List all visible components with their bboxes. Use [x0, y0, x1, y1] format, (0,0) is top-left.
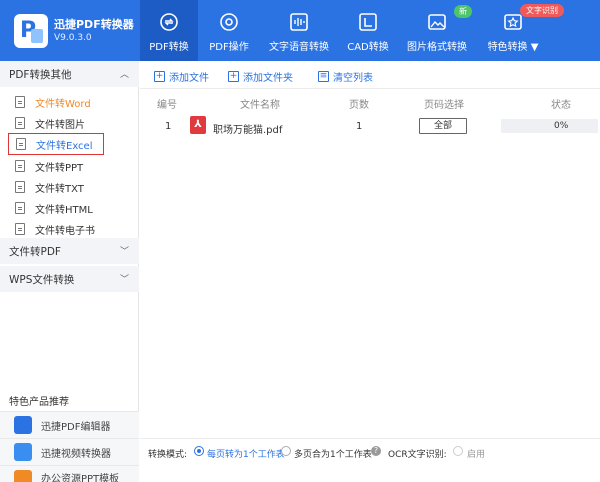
row-filename: 职场万能猫.pdf: [213, 125, 283, 136]
option-merge-label[interactable]: 多页合为1个工作表: [294, 447, 372, 460]
sidebar-item-label: 文件转Word: [35, 98, 91, 110]
tab-cad-convert[interactable]: CAD转换: [344, 0, 392, 61]
ocr-enable-checkbox[interactable]: [453, 446, 463, 456]
new-badge: 新: [454, 5, 472, 18]
row-pages: 1: [356, 121, 363, 132]
file-icon: [15, 160, 25, 172]
sidebar-group-wps[interactable]: WPS文件转换 ﹀: [0, 266, 139, 292]
add-file-icon: +: [154, 71, 165, 82]
sidebar-item-ebook[interactable]: 文件转电子书: [15, 220, 95, 238]
group-label: 文件转PDF: [9, 245, 61, 258]
ocr-badge[interactable]: 文字识别: [520, 4, 564, 17]
header-index: 编号: [157, 100, 177, 111]
mode-label: 转换模式:: [148, 450, 188, 460]
app-version: V9.0.3.0: [54, 33, 92, 43]
row-index: 1: [165, 121, 172, 132]
product-video-converter[interactable]: 迅捷视频转换器: [0, 438, 139, 465]
audio-icon: [288, 11, 310, 33]
sidebar-item-word[interactable]: 文件转Word: [15, 93, 91, 111]
product-label: 迅捷视频转换器: [41, 448, 111, 460]
option-per-page-radio[interactable]: [194, 446, 204, 456]
gear-icon: [218, 11, 240, 33]
chevron-down-icon: ﹀: [119, 247, 129, 257]
cad-icon: [357, 11, 379, 33]
video-converter-icon: [14, 443, 32, 461]
conversion-options-bar: 转换模式: 每页转为1个工作表 多页合为1个工作表 ? OCR文字识别: 启用: [140, 438, 600, 464]
tab-text-speech[interactable]: 文字语音转换: [266, 0, 332, 61]
progress-bar: [501, 119, 598, 133]
tab-label: PDF转换: [149, 42, 189, 53]
product-ppt-templates[interactable]: 办公资源PPT模板: [0, 465, 139, 482]
tab-label: 特色转换 ▼: [487, 42, 539, 53]
ocr-label: OCR文字识别:: [388, 450, 447, 460]
file-icon: [15, 223, 25, 235]
feature-products-title: 特色产品推荐: [9, 397, 69, 408]
image-icon: [426, 11, 448, 33]
sidebar-item-image[interactable]: 文件转图片: [15, 114, 85, 132]
sidebar-item-label: 文件转电子书: [35, 225, 95, 237]
header-page-select: 页码选择: [424, 100, 464, 111]
sidebar-item-label: 文件转Excel: [36, 140, 93, 152]
sidebar-item-html[interactable]: 文件转HTML: [15, 199, 93, 217]
product-label: 办公资源PPT模板: [41, 474, 120, 482]
sidebar: PDF转换其他 ︿ 文件转Word 文件转图片 文件转Excel 文件转PPT …: [0, 61, 139, 482]
sidebar-item-excel[interactable]: 文件转Excel: [8, 133, 104, 155]
page-select-button[interactable]: 全部: [419, 118, 467, 134]
header-pages: 页数: [349, 100, 369, 111]
file-icon: [15, 117, 25, 129]
header-status: 状态: [551, 100, 571, 111]
add-folder-button[interactable]: + 添加文件夹: [228, 69, 293, 84]
tab-label: 文字语音转换: [269, 42, 329, 53]
file-icon: [15, 96, 25, 108]
sidebar-item-txt[interactable]: 文件转TXT: [15, 178, 84, 196]
tab-label: 图片格式转换: [407, 42, 467, 53]
app-header: P 迅捷PDF转换器 V9.0.3.0 PDF转换 PDF操作 文字语音转换 C…: [0, 0, 600, 61]
ppt-template-icon: [14, 470, 32, 482]
add-folder-icon: +: [228, 71, 239, 82]
sidebar-item-ppt[interactable]: 文件转PPT: [15, 157, 83, 175]
header-filename: 文件名称: [240, 100, 280, 111]
tab-pdf-operation[interactable]: PDF操作: [202, 0, 256, 61]
option-merge-radio[interactable]: [281, 446, 291, 456]
tab-label: CAD转换: [347, 42, 389, 53]
app-name: 迅捷PDF转换器: [54, 18, 134, 31]
chevron-down-icon: ﹀: [119, 275, 129, 285]
ocr-enable-label[interactable]: 启用: [467, 447, 485, 460]
sidebar-item-label: 文件转PPT: [35, 162, 84, 174]
clear-list-button[interactable]: ≡ 清空列表: [318, 69, 373, 84]
file-toolbar: + 添加文件 + 添加文件夹 ≡ 清空列表: [140, 61, 600, 89]
pdf-file-icon: ⅄: [190, 116, 206, 134]
sidebar-item-label: 文件转TXT: [35, 183, 84, 195]
add-file-button[interactable]: + 添加文件: [154, 69, 209, 84]
group-label: PDF转换其他: [9, 68, 72, 81]
product-pdf-editor[interactable]: 迅捷PDF编辑器: [0, 411, 139, 438]
sidebar-group-to-pdf[interactable]: 文件转PDF ﹀: [0, 238, 139, 264]
tab-pdf-convert[interactable]: PDF转换: [140, 0, 198, 61]
convert-icon: [158, 11, 180, 33]
sidebar-item-label: 文件转图片: [35, 119, 85, 131]
app-logo: P: [14, 14, 48, 48]
sidebar-item-label: 文件转HTML: [35, 204, 93, 216]
file-icon: [15, 181, 25, 193]
product-label: 迅捷PDF编辑器: [41, 421, 111, 433]
file-icon: [15, 202, 25, 214]
file-icon: [16, 138, 26, 150]
trash-icon: ≡: [318, 71, 329, 82]
chevron-up-icon: ︿: [119, 70, 129, 80]
sidebar-group-pdf-other[interactable]: PDF转换其他 ︿: [0, 61, 139, 87]
pdf-editor-icon: [14, 416, 32, 434]
help-icon[interactable]: ?: [371, 446, 381, 456]
tab-label: PDF操作: [209, 42, 249, 53]
progress-text: 0%: [554, 121, 569, 131]
option-per-page-label[interactable]: 每页转为1个工作表: [207, 447, 285, 460]
group-label: WPS文件转换: [9, 273, 75, 286]
